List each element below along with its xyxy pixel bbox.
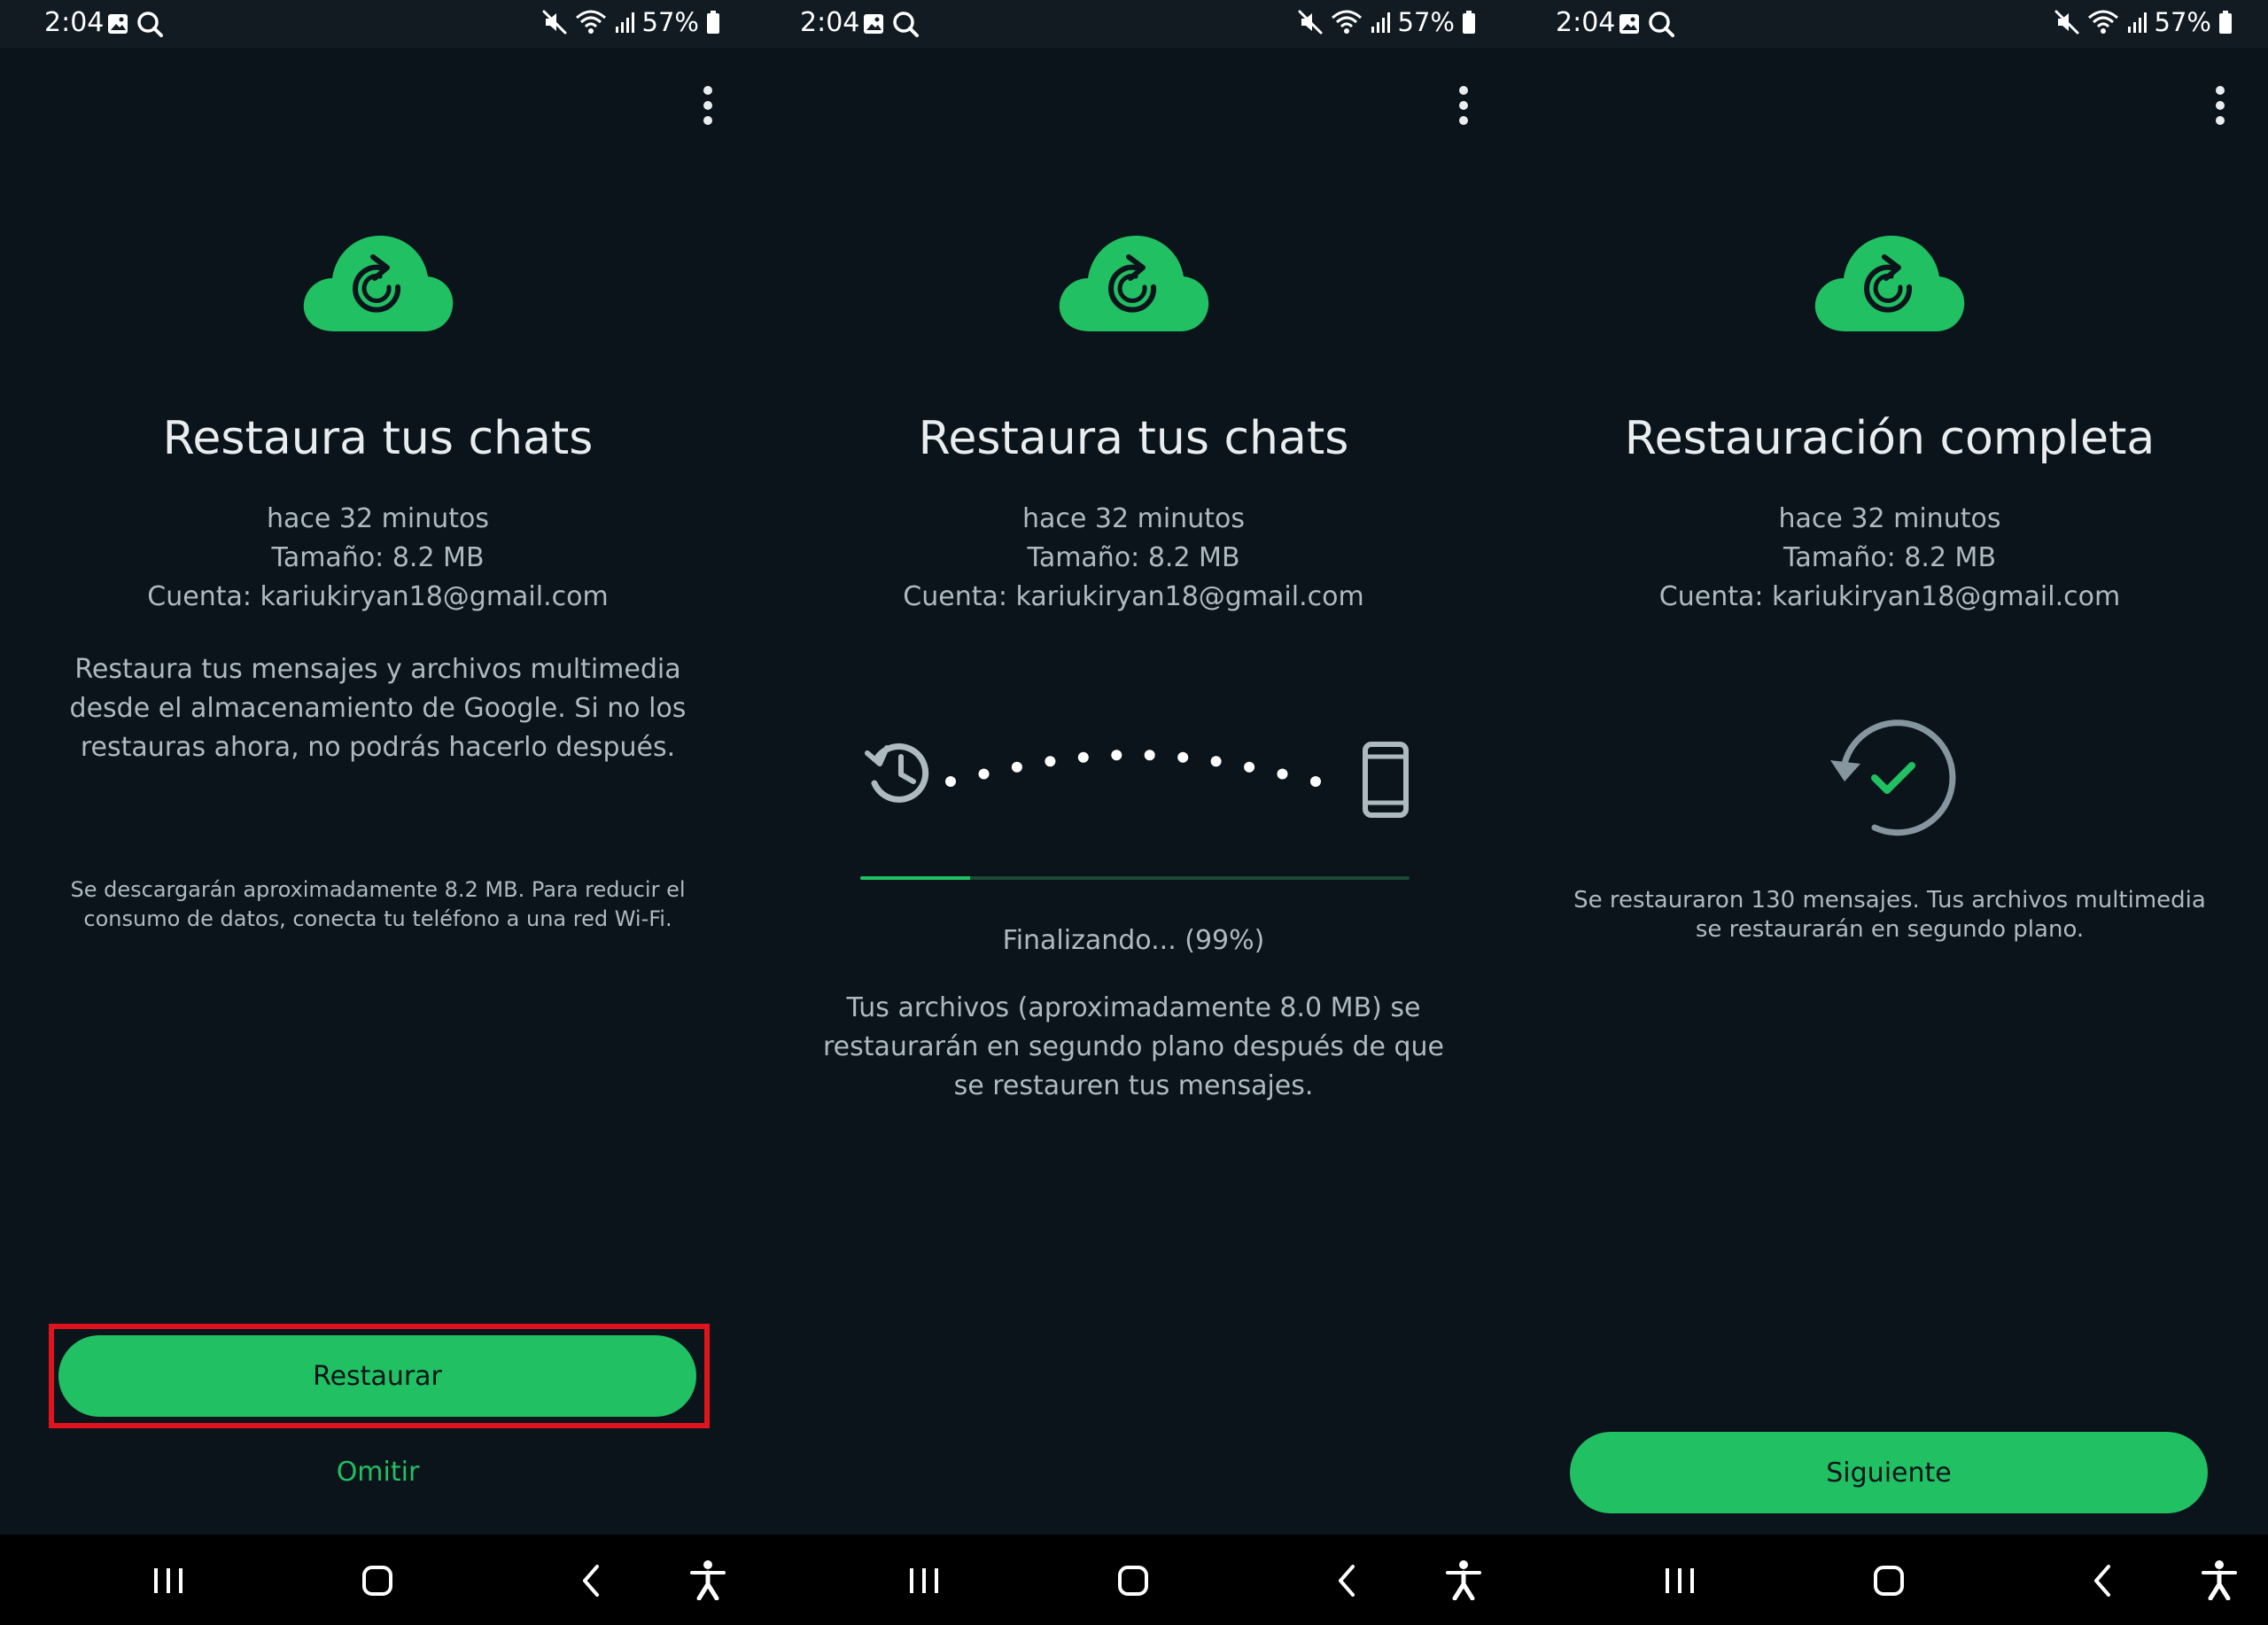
battery-icon (706, 10, 720, 35)
progress-dots (945, 750, 1321, 787)
status-bar: 2:04 57% (756, 0, 1511, 48)
more-options-icon[interactable] (2211, 85, 2229, 126)
progress-dot (945, 776, 956, 787)
back-icon[interactable] (2085, 1563, 2121, 1598)
home-icon[interactable] (1115, 1563, 1151, 1598)
history-icon (865, 743, 929, 803)
progress-dot (1210, 756, 1222, 767)
navigation-bar (0, 1535, 756, 1625)
status-bar: 2:04 57% (0, 0, 756, 48)
progress-dot (1144, 750, 1155, 761)
more-options-icon[interactable] (1455, 85, 1472, 126)
cloud-restore-icon (1810, 222, 1969, 337)
search-notification-icon (1648, 11, 1674, 37)
progress-dot (1277, 768, 1288, 780)
recent-apps-icon[interactable] (1662, 1563, 1697, 1598)
accessibility-icon[interactable] (2201, 1559, 2238, 1600)
battery-icon (1462, 10, 1476, 35)
signal-icon (1370, 10, 1391, 35)
restore-complete-screen: 2:04 57% Restauración completa hace 32 m… (1511, 0, 2268, 1625)
recent-apps-icon[interactable] (151, 1563, 186, 1598)
restore-description: Restaura tus mensajes y archivos multime… (69, 654, 687, 763)
gallery-icon (862, 12, 885, 35)
backup-time: hace 32 minutos (1022, 503, 1245, 534)
progress-dot (1077, 751, 1089, 763)
search-notification-icon (892, 11, 919, 37)
navigation-bar (756, 1535, 1511, 1625)
mute-icon (541, 9, 568, 35)
backup-account: Cuenta: kariukiryan18@gmail.com (147, 581, 609, 612)
battery-icon (2218, 10, 2233, 35)
backup-size: Tamaño: 8.2 MB (271, 542, 485, 573)
progress-dot (978, 768, 990, 780)
backup-size: Tamaño: 8.2 MB (1783, 542, 1997, 573)
restoring-progress-screen: 2:04 57% Restaura tus chats hace 32 minu… (756, 0, 1511, 1625)
home-icon[interactable] (360, 1563, 395, 1598)
battery-percent: 57% (641, 7, 699, 37)
signal-icon (2126, 10, 2148, 35)
backup-account: Cuenta: kariukiryan18@gmail.com (1658, 581, 2121, 612)
cloud-restore-icon (299, 222, 458, 337)
progress-dot (1244, 761, 1255, 773)
progress-dot (1011, 761, 1022, 773)
progress-dot (1111, 750, 1122, 761)
backup-account: Cuenta: kariukiryan18@gmail.com (903, 581, 1364, 612)
restore-result: Se restauraron 130 mensajes. Tus archivo… (1573, 887, 2206, 943)
next-button[interactable]: Siguiente (1570, 1432, 2208, 1513)
gallery-icon (1618, 12, 1641, 35)
restore-complete-check-icon (1830, 719, 1956, 836)
accessibility-icon[interactable] (689, 1559, 726, 1600)
signal-icon (614, 10, 635, 35)
wifi-icon (1331, 9, 1363, 35)
media-restore-note: Tus archivos (aproximadamente 8.0 MB) se… (822, 992, 1445, 1101)
accessibility-icon[interactable] (1445, 1559, 1482, 1600)
gallery-icon (106, 12, 129, 35)
status-time: 2:04 (1556, 7, 1616, 38)
battery-percent: 57% (2154, 7, 2211, 37)
page-title: Restaura tus chats (162, 412, 594, 465)
recent-apps-icon[interactable] (906, 1563, 942, 1598)
restore-button[interactable]: Restaurar (58, 1335, 696, 1417)
mute-icon (1297, 9, 1324, 35)
battery-percent: 57% (1397, 7, 1455, 37)
navigation-bar (1511, 1535, 2268, 1625)
cloud-restore-icon (1054, 222, 1214, 337)
wifi-icon (2087, 9, 2119, 35)
backup-size: Tamaño: 8.2 MB (1027, 542, 1240, 573)
home-icon[interactable] (1871, 1563, 1907, 1598)
page-title: Restaura tus chats (918, 412, 1349, 465)
progress-status: Finalizando... (99%) (1002, 925, 1265, 956)
page-title: Restauración completa (1624, 412, 2155, 465)
mute-icon (2054, 9, 2080, 35)
progress-fill (860, 876, 970, 880)
progress-dot (1177, 751, 1189, 763)
transfer-animation (865, 742, 1409, 818)
backup-time: hace 32 minutos (267, 503, 489, 534)
backup-time: hace 32 minutos (1778, 503, 2001, 534)
wifi-icon (575, 9, 607, 35)
status-time: 2:04 (44, 7, 105, 38)
back-icon[interactable] (1330, 1563, 1365, 1598)
restore-chats-screen: 2:04 57% Restaura tus chats hace 32 minu… (0, 0, 756, 1625)
search-notification-icon (136, 11, 163, 37)
status-time: 2:04 (800, 7, 860, 38)
data-usage-note: Se descargarán aproximadamente 8.2 MB. P… (70, 877, 686, 931)
back-icon[interactable] (574, 1563, 610, 1598)
more-options-icon[interactable] (699, 85, 717, 126)
progress-bar (860, 876, 1410, 880)
progress-dot (1310, 776, 1321, 787)
progress-dot (1045, 756, 1056, 767)
phone-icon (1363, 742, 1409, 818)
skip-link[interactable]: Omitir (0, 1457, 756, 1488)
status-bar: 2:04 57% (1511, 0, 2268, 48)
